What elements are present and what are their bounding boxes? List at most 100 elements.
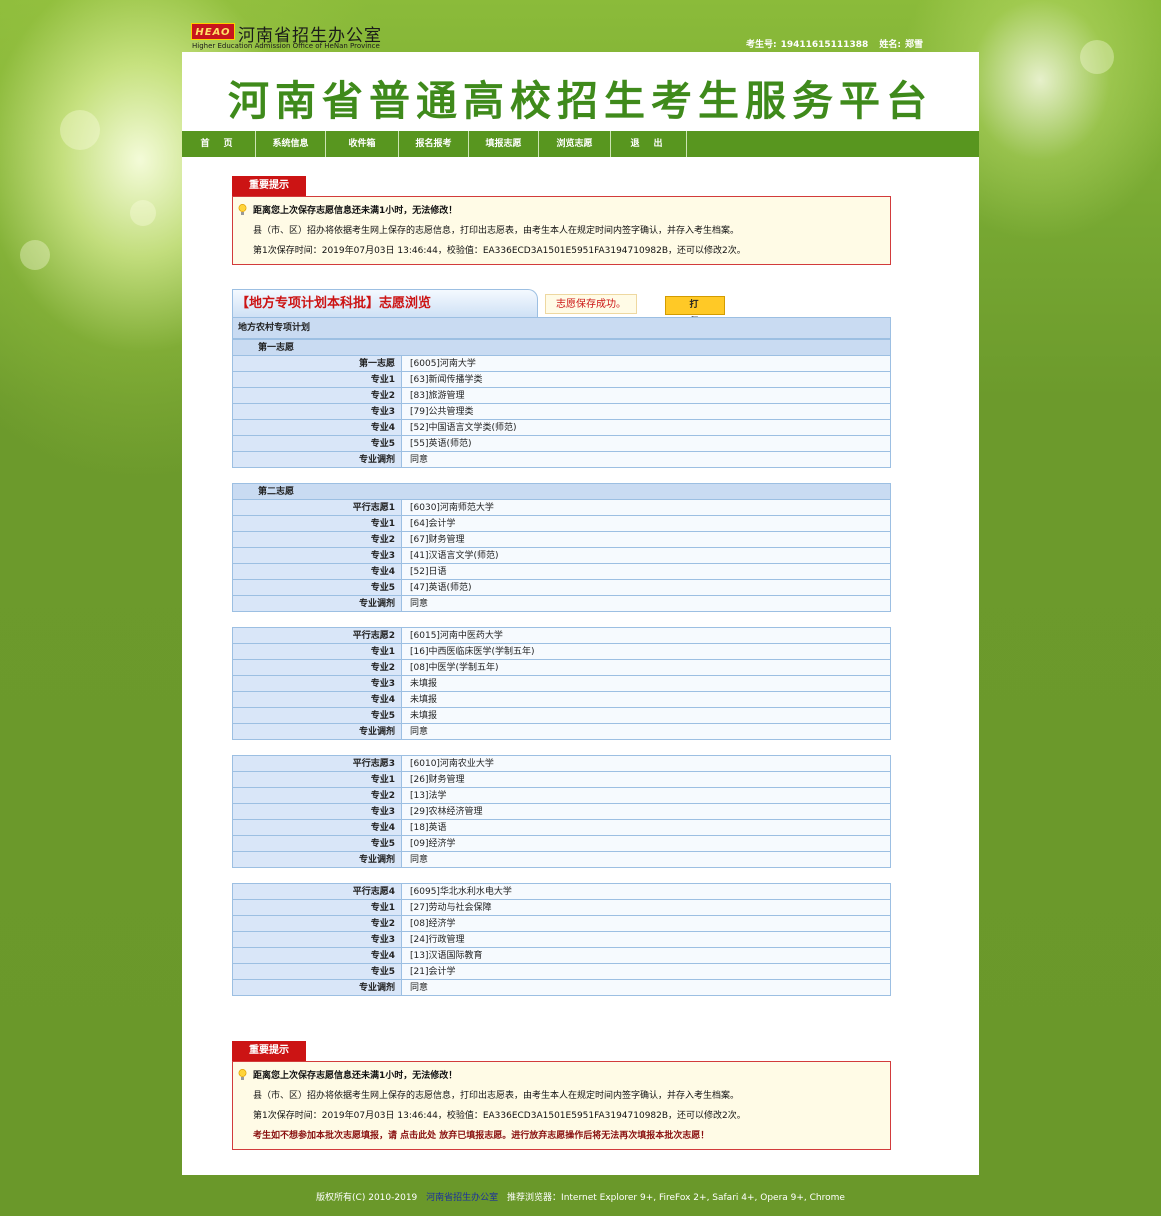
row-key: 专业调剂 — [232, 595, 402, 612]
row-key: 平行志愿4 — [232, 883, 402, 900]
row-value: 同意 — [401, 851, 891, 868]
main-content: 重要提示 距离您上次保存志愿信息还未满1小时，无法修改！ 县（市、区）招办将依据… — [182, 157, 979, 1175]
volunteer-table: 平行志愿3 [6010]河南农业大学 专业1 [26]财务管理 专业2 [13]法学 … — [232, 755, 891, 868]
banner: 河南省普通高校招生考生服务平台 — [182, 52, 979, 131]
notice-tab: 重要提示 — [232, 1041, 306, 1061]
row-key: 专业调剂 — [232, 979, 402, 996]
table-row: 专业调剂 同意 — [232, 979, 891, 996]
row-value: [13]汉语国际教育 — [401, 947, 891, 964]
notice-top: 重要提示 距离您上次保存志愿信息还未满1小时，无法修改！ 县（市、区）招办将依据… — [232, 176, 891, 265]
nav-fill-application[interactable]: 填报志愿 — [469, 131, 539, 157]
nav-registration[interactable]: 报名报考 — [399, 131, 469, 157]
row-key: 专业2 — [232, 915, 402, 932]
table-row: 专业3 [79]公共管理类 — [232, 403, 891, 420]
row-key: 专业5 — [232, 435, 402, 452]
logo-badge: HEAO — [191, 23, 235, 40]
table-row: 专业4 未填报 — [232, 691, 891, 708]
table-row: 专业5 [09]经济学 — [232, 835, 891, 852]
browse-header: 【地方专项计划本科批】志愿浏览 志愿保存成功。 打印 — [232, 289, 891, 327]
row-value: 未填报 — [401, 707, 891, 724]
org-link[interactable]: 河南省招生办公室 — [426, 1193, 498, 1203]
row-value: [08]中医学(学制五年) — [401, 659, 891, 676]
row-key: 专业1 — [232, 371, 402, 388]
notice-bottom: 重要提示 距离您上次保存志愿信息还未满1小时，无法修改！ 县（市、区）招办将依据… — [232, 1041, 891, 1150]
plan-title: 地方农村专项计划 — [232, 317, 891, 339]
nav-home[interactable]: 首页 — [182, 131, 256, 157]
row-key: 第一志愿 — [232, 355, 402, 372]
save-success-message: 志愿保存成功。 — [545, 294, 637, 314]
row-value: [27]劳动与社会保障 — [401, 899, 891, 916]
row-key: 专业3 — [232, 403, 402, 420]
row-key: 专业4 — [232, 947, 402, 964]
row-value: [29]农林经济管理 — [401, 803, 891, 820]
row-value: [41]汉语言文学(师范) — [401, 547, 891, 564]
abandon-application-link[interactable]: 考生如不想参加本批次志愿填报，请 点击此处 放弃已填报志愿。进行放弃志愿操作后将… — [253, 1126, 880, 1146]
row-key: 专业3 — [232, 547, 402, 564]
table-row: 专业调剂 同意 — [232, 723, 891, 740]
table-row: 第一志愿 [6005]河南大学 — [232, 355, 891, 372]
table-row: 专业2 [08]中医学(学制五年) — [232, 659, 891, 676]
row-value: 未填报 — [401, 675, 891, 692]
row-value: [83]旅游管理 — [401, 387, 891, 404]
copyright: 版权所有(C) 2010-2019 — [316, 1193, 418, 1203]
table-row: 专业3 未填报 — [232, 675, 891, 692]
table-row: 专业1 [27]劳动与社会保障 — [232, 899, 891, 916]
row-key: 专业1 — [232, 515, 402, 532]
row-key: 专业1 — [232, 643, 402, 660]
header: HEAO 河南省招生办公室 Higher Education Admission… — [182, 8, 979, 52]
notice-box: 距离您上次保存志愿信息还未满1小时，无法修改！ 县（市、区）招办将依据考生网上保… — [232, 196, 891, 265]
row-key: 专业调剂 — [232, 851, 402, 868]
student-name: 郑雪 — [904, 40, 923, 50]
row-key: 专业2 — [232, 531, 402, 548]
row-key: 专业5 — [232, 963, 402, 980]
row-value: [64]会计学 — [401, 515, 891, 532]
exam-no: 19411615111388 — [780, 40, 869, 50]
row-value: [6095]华北水利水电大学 — [401, 883, 891, 900]
row-value: [79]公共管理类 — [401, 403, 891, 420]
volunteer-table: 平行志愿2 [6015]河南中医药大学 专业1 [16]中西医临床医学(学制五年) … — [232, 627, 891, 740]
row-value: [52]日语 — [401, 563, 891, 580]
row-key: 专业5 — [232, 707, 402, 724]
row-value: [13]法学 — [401, 787, 891, 804]
row-key: 专业4 — [232, 563, 402, 580]
nav-logout[interactable]: 退出 — [611, 131, 687, 157]
row-key: 平行志愿2 — [232, 627, 402, 644]
platform-title: 河南省普通高校招生考生服务平台 — [228, 77, 933, 125]
table-row: 专业2 [13]法学 — [232, 787, 891, 804]
row-value: 同意 — [401, 979, 891, 996]
notice-line: 第1次保存时间：2019年07月03日 13:46:44，校验值：EA336EC… — [253, 1111, 746, 1121]
lightbulb-icon — [238, 1069, 247, 1080]
nav-inbox[interactable]: 收件箱 — [326, 131, 399, 157]
volunteer-table: 第二志愿 平行志愿1 [6030]河南师范大学 专业1 [64]会计学 专业2 [67… — [232, 483, 891, 612]
row-key: 专业2 — [232, 387, 402, 404]
row-value: [67]财务管理 — [401, 531, 891, 548]
row-value: [24]行政管理 — [401, 931, 891, 948]
nav-system-info[interactable]: 系统信息 — [256, 131, 326, 157]
browse-title: 【地方专项计划本科批】志愿浏览 — [232, 289, 538, 317]
print-button[interactable]: 打印 — [665, 296, 725, 327]
table-row: 平行志愿1 [6030]河南师范大学 — [232, 499, 891, 516]
row-key: 平行志愿1 — [232, 499, 402, 516]
row-value: 同意 — [401, 595, 891, 612]
notice-line: 县（市、区）招办将依据考生网上保存的志愿信息，打印出志愿表，由考生本人在规定时间… — [253, 226, 740, 236]
exam-no-label: 考生号: — [745, 40, 777, 50]
nav-browse-application[interactable]: 浏览志愿 — [539, 131, 611, 157]
table-row: 专业4 [18]英语 — [232, 819, 891, 836]
row-value: [63]新闻传播学类 — [401, 371, 891, 388]
table-row: 专业1 [26]财务管理 — [232, 771, 891, 788]
row-value: [47]英语(师范) — [401, 579, 891, 596]
table-row: 平行志愿2 [6015]河南中医药大学 — [232, 627, 891, 644]
table-row: 专业3 [41]汉语言文学(师范) — [232, 547, 891, 564]
row-value: [09]经济学 — [401, 835, 891, 852]
table-row: 专业2 [83]旅游管理 — [232, 387, 891, 404]
row-value: [6005]河南大学 — [401, 355, 891, 372]
name-label: 姓名: — [879, 40, 901, 50]
row-key: 专业4 — [232, 819, 402, 836]
notice-line: 第1次保存时间：2019年07月03日 13:46:44，校验值：EA336EC… — [253, 246, 746, 256]
table-row: 专业1 [16]中西医临床医学(学制五年) — [232, 643, 891, 660]
table-row: 专业2 [67]财务管理 — [232, 531, 891, 548]
browser-recommendation: 推荐浏览器：Internet Explorer 9+, FireFox 2+, … — [507, 1193, 845, 1203]
table-row: 专业3 [24]行政管理 — [232, 931, 891, 948]
table-row: 专业5 [47]英语(师范) — [232, 579, 891, 596]
row-key: 专业调剂 — [232, 723, 402, 740]
